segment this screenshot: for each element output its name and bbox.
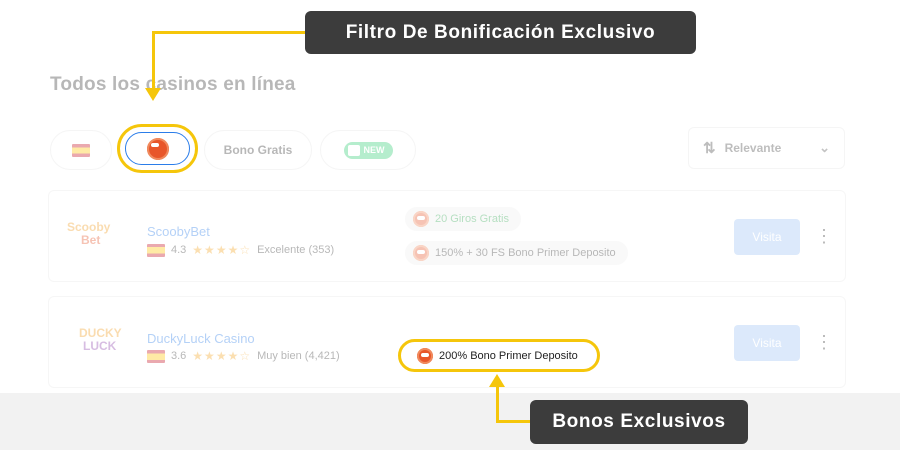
more-options-icon[interactable]: ⋮ [815,333,833,351]
rating-stars: ★★★★☆ [192,243,252,257]
callout-connector [152,31,155,89]
callout-connector [152,31,306,34]
bono-gratis-label: Bono Gratis [223,143,293,157]
exclusive-mascot-icon [146,137,169,160]
sort-label: Relevante [724,141,782,155]
exclusive-mascot-icon [413,245,429,261]
exclusive-bonus-filter[interactable] [117,124,198,173]
bonus-text: 150% + 30 FS Bono Primer Deposito [435,247,616,259]
sort-dropdown[interactable]: ⇅ Relevante ⌄ [688,127,845,169]
casino-name-link[interactable]: ScoobyBet [147,224,210,239]
exclusive-mascot-icon [417,347,433,364]
visit-button[interactable]: Visita [734,325,800,361]
casino-card: Scooby Bet ScoobyBet 4.3 ★★★★☆ Excelente… [48,190,846,282]
bonus-callout-label: Bonos Exclusivos [530,400,748,444]
visit-button[interactable]: Visita [734,219,800,255]
rating-row: 4.3 ★★★★☆ Excelente (353) [147,243,334,257]
arrow-down-icon [145,88,161,101]
chevron-down-icon: ⌄ [819,140,830,155]
bottom-band [0,393,900,450]
rating-text: Excelente (353) [257,244,335,256]
callout-connector [496,420,532,423]
rating-row: 3.6 ★★★★☆ Muy bien (4,421) [147,349,340,363]
logo-text: LUCK [83,339,117,353]
rating-stars: ★★★★☆ [192,349,252,363]
page-title: Todos los casinos en línea [50,74,296,95]
bonus-chip[interactable]: 150% + 30 FS Bono Primer Deposito [405,241,628,265]
more-options-icon[interactable]: ⋮ [815,227,833,245]
sort-icon: ⇅ [703,140,716,157]
logo-text: Bet [81,233,101,247]
casino-logo: DUCKY LUCK [67,327,131,359]
gift-icon [347,144,360,156]
new-casinos-filter[interactable]: NEW [320,130,416,170]
rating-text: Muy bien (4,421) [257,350,340,362]
callout-connector [496,386,499,422]
exclusive-bonus-text: 200% Bono Primer Deposito [439,349,578,362]
filter-callout-label: Filtro De Bonificación Exclusivo [305,11,696,54]
country-filter-spain[interactable] [50,130,112,170]
exclusive-bonus-chip[interactable]: 200% Bono Primer Deposito [398,339,600,372]
casino-logo: Scooby Bet [67,221,131,253]
rating-value: 3.6 [171,350,187,362]
exclusive-mascot-icon [413,211,429,227]
new-badge: NEW [343,141,393,159]
bonus-chip[interactable]: 20 Giros Gratis [405,207,521,231]
spain-flag-icon [147,349,165,363]
casino-name-link[interactable]: DuckyLuck Casino [147,331,255,346]
spain-flag-icon [72,143,90,157]
bono-gratis-filter[interactable]: Bono Gratis [204,130,312,170]
bonus-text: 20 Giros Gratis [435,213,509,225]
spain-flag-icon [147,243,165,257]
exclusive-filter-inner [125,132,190,165]
new-badge-label: NEW [363,145,385,155]
rating-value: 4.3 [171,244,187,256]
